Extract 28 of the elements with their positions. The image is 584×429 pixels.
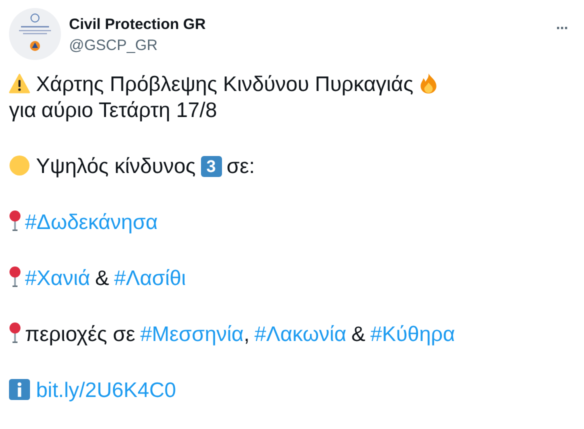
hashtag-link[interactable]: #Χανιά (25, 267, 90, 290)
tweet-text: & (351, 323, 366, 346)
tweet-text: Υψηλός κίνδυνος (36, 155, 196, 178)
more-button[interactable]: ··· (554, 16, 570, 41)
fire-icon (418, 73, 440, 94)
circle-icon (9, 155, 30, 176)
pushpin-icon (9, 322, 21, 344)
tweet-text: περιοχές σε (25, 323, 136, 346)
tweet-text: Χάρτης Πρόβλεψης Κινδύνου Πυρκαγιάς (36, 73, 414, 96)
comma: , (244, 323, 250, 346)
pushpin-icon (9, 266, 21, 288)
account-name[interactable]: Civil Protection GR (69, 16, 546, 33)
number-keycap: 3 (200, 156, 222, 177)
tweet-text: για (9, 99, 36, 122)
hashtag-link[interactable]: #Λακωνία (254, 323, 346, 346)
tweet-text: & (95, 267, 110, 290)
hashtag-link[interactable]: #Λασίθι (114, 267, 186, 290)
url-link[interactable]: bit.ly/2U6K4C0 (36, 379, 176, 402)
tweet-text: αύριο Τετάρτη 17/8 (41, 99, 218, 122)
warning-icon (9, 73, 30, 94)
hashtag-link[interactable]: #Δωδεκάνησα (25, 211, 158, 234)
hashtag-link[interactable]: #Κύθηρα (370, 323, 455, 346)
info-icon (9, 379, 30, 400)
account-handle[interactable]: @GSCP_GR (69, 37, 546, 54)
hashtag-link[interactable]: #Μεσσηνία (140, 323, 244, 346)
pushpin-icon (9, 210, 21, 232)
tweet-text: σε: (226, 155, 255, 178)
avatar[interactable] (9, 8, 61, 60)
